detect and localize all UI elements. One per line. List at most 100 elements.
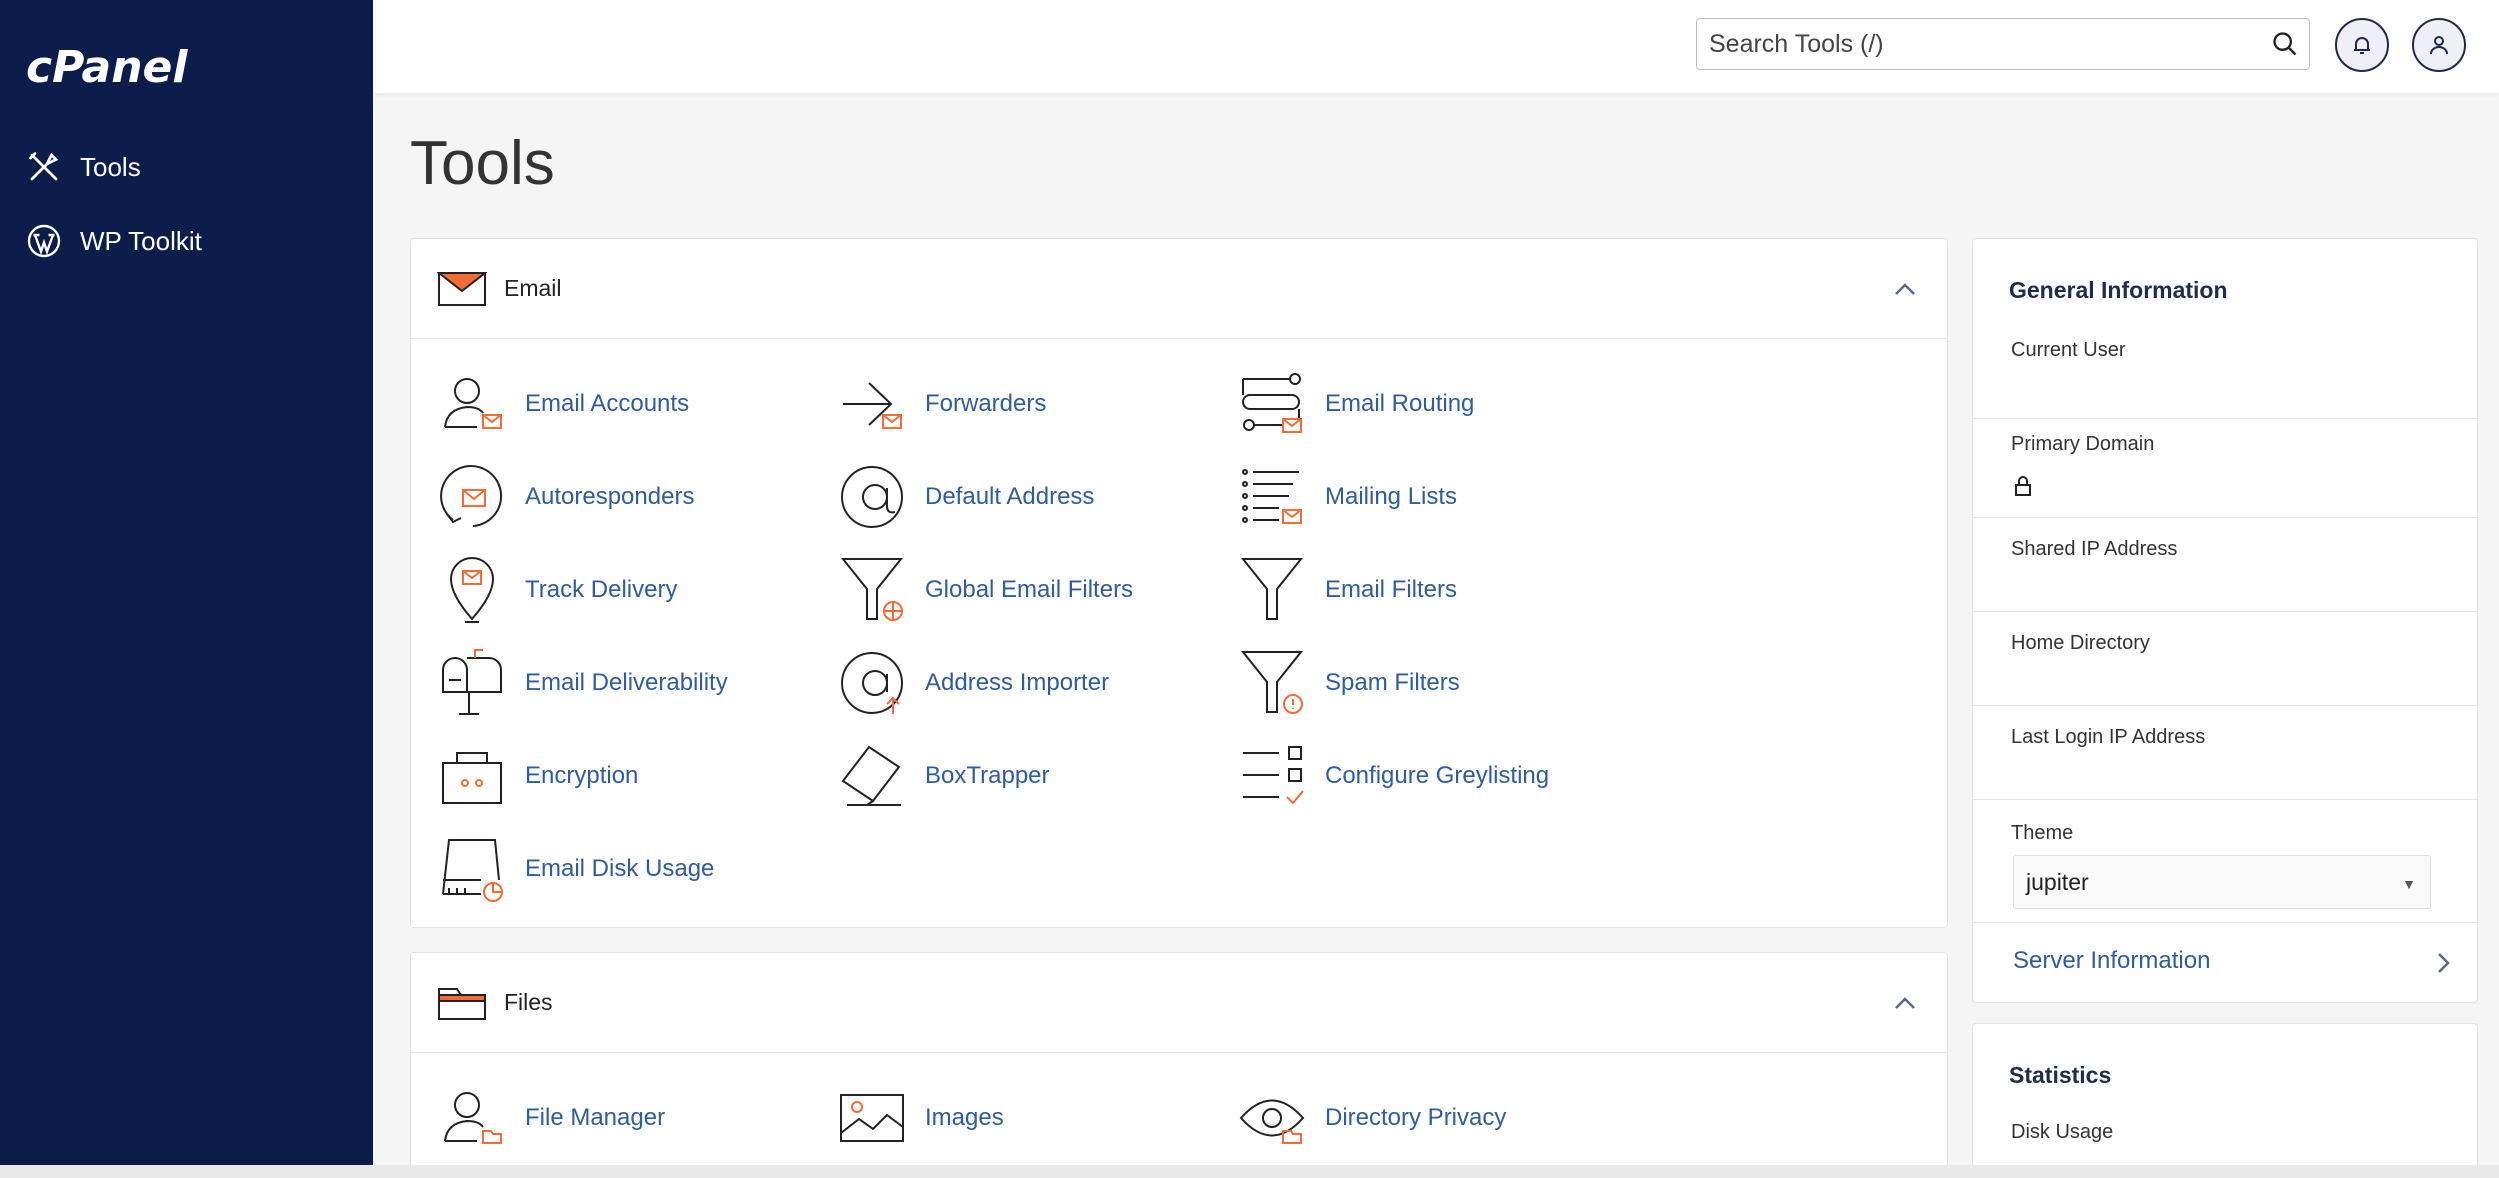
sidebar-item-label: Tools <box>80 151 141 182</box>
tool-spam-filters[interactable]: Spam Filters <box>1239 648 1460 718</box>
envelope-icon <box>437 272 487 306</box>
eye-folder-icon <box>1239 1099 1305 1144</box>
tool-email-routing[interactable]: Email Routing <box>1239 369 1474 439</box>
tool-label: Default Address <box>925 483 1095 510</box>
map-pin-mail-icon <box>449 557 495 623</box>
tool-label: BoxTrapper <box>925 762 1050 789</box>
checklist-icon <box>1243 746 1304 805</box>
forward-arrow-icon <box>843 382 902 429</box>
theme-label: Theme <box>2011 822 2074 844</box>
chevron-right-icon[interactable] <box>2433 951 2453 975</box>
user-folder-icon <box>444 1092 502 1144</box>
box-trap-icon <box>841 745 901 806</box>
panel-title: Statistics <box>2009 1062 2112 1088</box>
chevron-up-icon[interactable] <box>1893 281 1917 297</box>
bell-icon <box>2354 37 2370 54</box>
image-icon <box>840 1094 904 1142</box>
tool-label: Directory Privacy <box>1325 1104 1507 1131</box>
filter-globe-icon <box>840 558 904 621</box>
tool-label: Track Delivery <box>525 576 678 603</box>
tool-autoresponders[interactable]: Autoresponders <box>439 462 694 532</box>
tool-label: File Manager <box>525 1104 666 1131</box>
routing-icon <box>1242 373 1302 433</box>
tool-file-manager[interactable]: File Manager <box>439 1083 665 1153</box>
sidebar-item-label: WP Toolkit <box>80 225 202 256</box>
email-section-header[interactable]: Email <box>411 239 1947 339</box>
tool-images[interactable]: Images <box>839 1083 1004 1153</box>
wordpress-icon <box>27 224 61 258</box>
tool-email-disk-usage[interactable]: Email Disk Usage <box>439 834 714 904</box>
tool-track-delivery[interactable]: Track Delivery <box>439 555 677 625</box>
files-section-header[interactable]: Files <box>411 953 1947 1053</box>
search-box <box>1696 18 2310 70</box>
tool-label: Images <box>925 1104 1004 1131</box>
info-shared-ip: Shared IP Address <box>1973 518 2479 612</box>
app: cPanel Tools WP Toolkit Search Tools (/)… <box>0 0 2499 1165</box>
section-title: Email <box>504 275 562 301</box>
last-login-label: Last Login IP Address <box>2011 726 2206 748</box>
section-title: Files <box>504 989 553 1015</box>
tool-email-filters[interactable]: Email Filters <box>1239 555 1457 625</box>
search-input[interactable] <box>1697 19 2257 69</box>
server-information-link[interactable]: Server Information <box>2013 947 2210 975</box>
current-user-label: Current User <box>2011 339 2126 361</box>
tool-mailing-lists[interactable]: Mailing Lists <box>1239 462 1457 532</box>
tool-label: Autoresponders <box>525 483 695 510</box>
user-menu-button[interactable] <box>2412 18 2466 72</box>
info-current-user: Current User <box>1973 239 2479 419</box>
tool-label: Mailing Lists <box>1325 483 1458 510</box>
statistics-panel: Statistics Disk Usage <box>1972 1023 2478 1165</box>
top-bar <box>373 0 2499 93</box>
user-mail-icon <box>444 378 502 429</box>
theme-select[interactable]: jupiter ▼ <box>2013 855 2431 909</box>
page-title: Tools <box>410 129 555 198</box>
files-section: Files File Manager Images Directory Priv… <box>410 952 1948 1165</box>
chevron-up-icon[interactable] <box>1893 995 1917 1011</box>
tool-label: Spam Filters <box>1325 669 1460 696</box>
notifications-button[interactable] <box>2335 18 2389 72</box>
list-mail-icon <box>1242 469 1302 524</box>
tool-default-address[interactable]: Default Address <box>839 462 1094 532</box>
svg-text:cPanel: cPanel <box>26 42 188 93</box>
tool-email-deliverability[interactable]: Email Deliverability <box>439 648 728 718</box>
info-last-login: Last Login IP Address <box>1973 706 2479 800</box>
tool-label: Forwarders <box>925 390 1047 417</box>
at-sign-icon <box>841 466 903 528</box>
tool-label: Email Filters <box>1325 576 1458 603</box>
theme-value: jupiter <box>2026 868 2089 895</box>
tool-address-importer[interactable]: Address Importer <box>839 648 1109 718</box>
cpanel-logo[interactable]: cPanel <box>26 38 216 98</box>
tool-directory-privacy[interactable]: Directory Privacy <box>1239 1083 1506 1153</box>
tool-label: Email Disk Usage <box>525 855 715 882</box>
tool-label: Address Importer <box>925 669 1110 696</box>
tool-configure-greylisting[interactable]: Configure Greylisting <box>1239 741 1549 811</box>
tool-label: Global Email Filters <box>925 576 1134 603</box>
tool-encryption[interactable]: Encryption <box>439 741 638 811</box>
lock-box-icon <box>442 752 502 804</box>
general-info-panel: General Information Current User Primary… <box>1972 238 2479 1003</box>
disk-usage-label: Disk Usage <box>2011 1121 2114 1143</box>
bottom-edge <box>0 1165 2499 1178</box>
primary-domain-label: Primary Domain <box>2011 433 2155 455</box>
folder-icon <box>438 988 486 1020</box>
at-import-icon <box>841 652 903 714</box>
tool-email-accounts[interactable]: Email Accounts <box>439 369 689 439</box>
tool-forwarders[interactable]: Forwarders <box>839 369 1046 439</box>
info-home-directory: Home Directory <box>1973 612 2479 706</box>
shared-ip-label: Shared IP Address <box>2011 538 2178 560</box>
filter-icon <box>1240 558 1304 620</box>
sidebar-item-tools[interactable]: Tools <box>26 142 141 192</box>
filter-warning-icon <box>1240 651 1304 714</box>
tool-label: Encryption <box>525 762 639 789</box>
autoresponder-icon <box>440 465 503 527</box>
sidebar-item-wp-toolkit[interactable]: WP Toolkit <box>26 216 202 266</box>
search-icon[interactable] <box>2271 30 2299 58</box>
home-directory-label: Home Directory <box>2011 632 2150 654</box>
info-primary-domain: Primary Domain <box>1973 419 2479 518</box>
caret-down-icon: ▼ <box>2402 876 2416 892</box>
tool-label: Email Routing <box>1325 390 1475 417</box>
tool-global-email-filters[interactable]: Global Email Filters <box>839 555 1133 625</box>
sidebar: cPanel Tools WP Toolkit <box>0 0 373 1165</box>
tool-label: Email Accounts <box>525 390 690 417</box>
tool-boxtrapper[interactable]: BoxTrapper <box>839 741 1050 811</box>
